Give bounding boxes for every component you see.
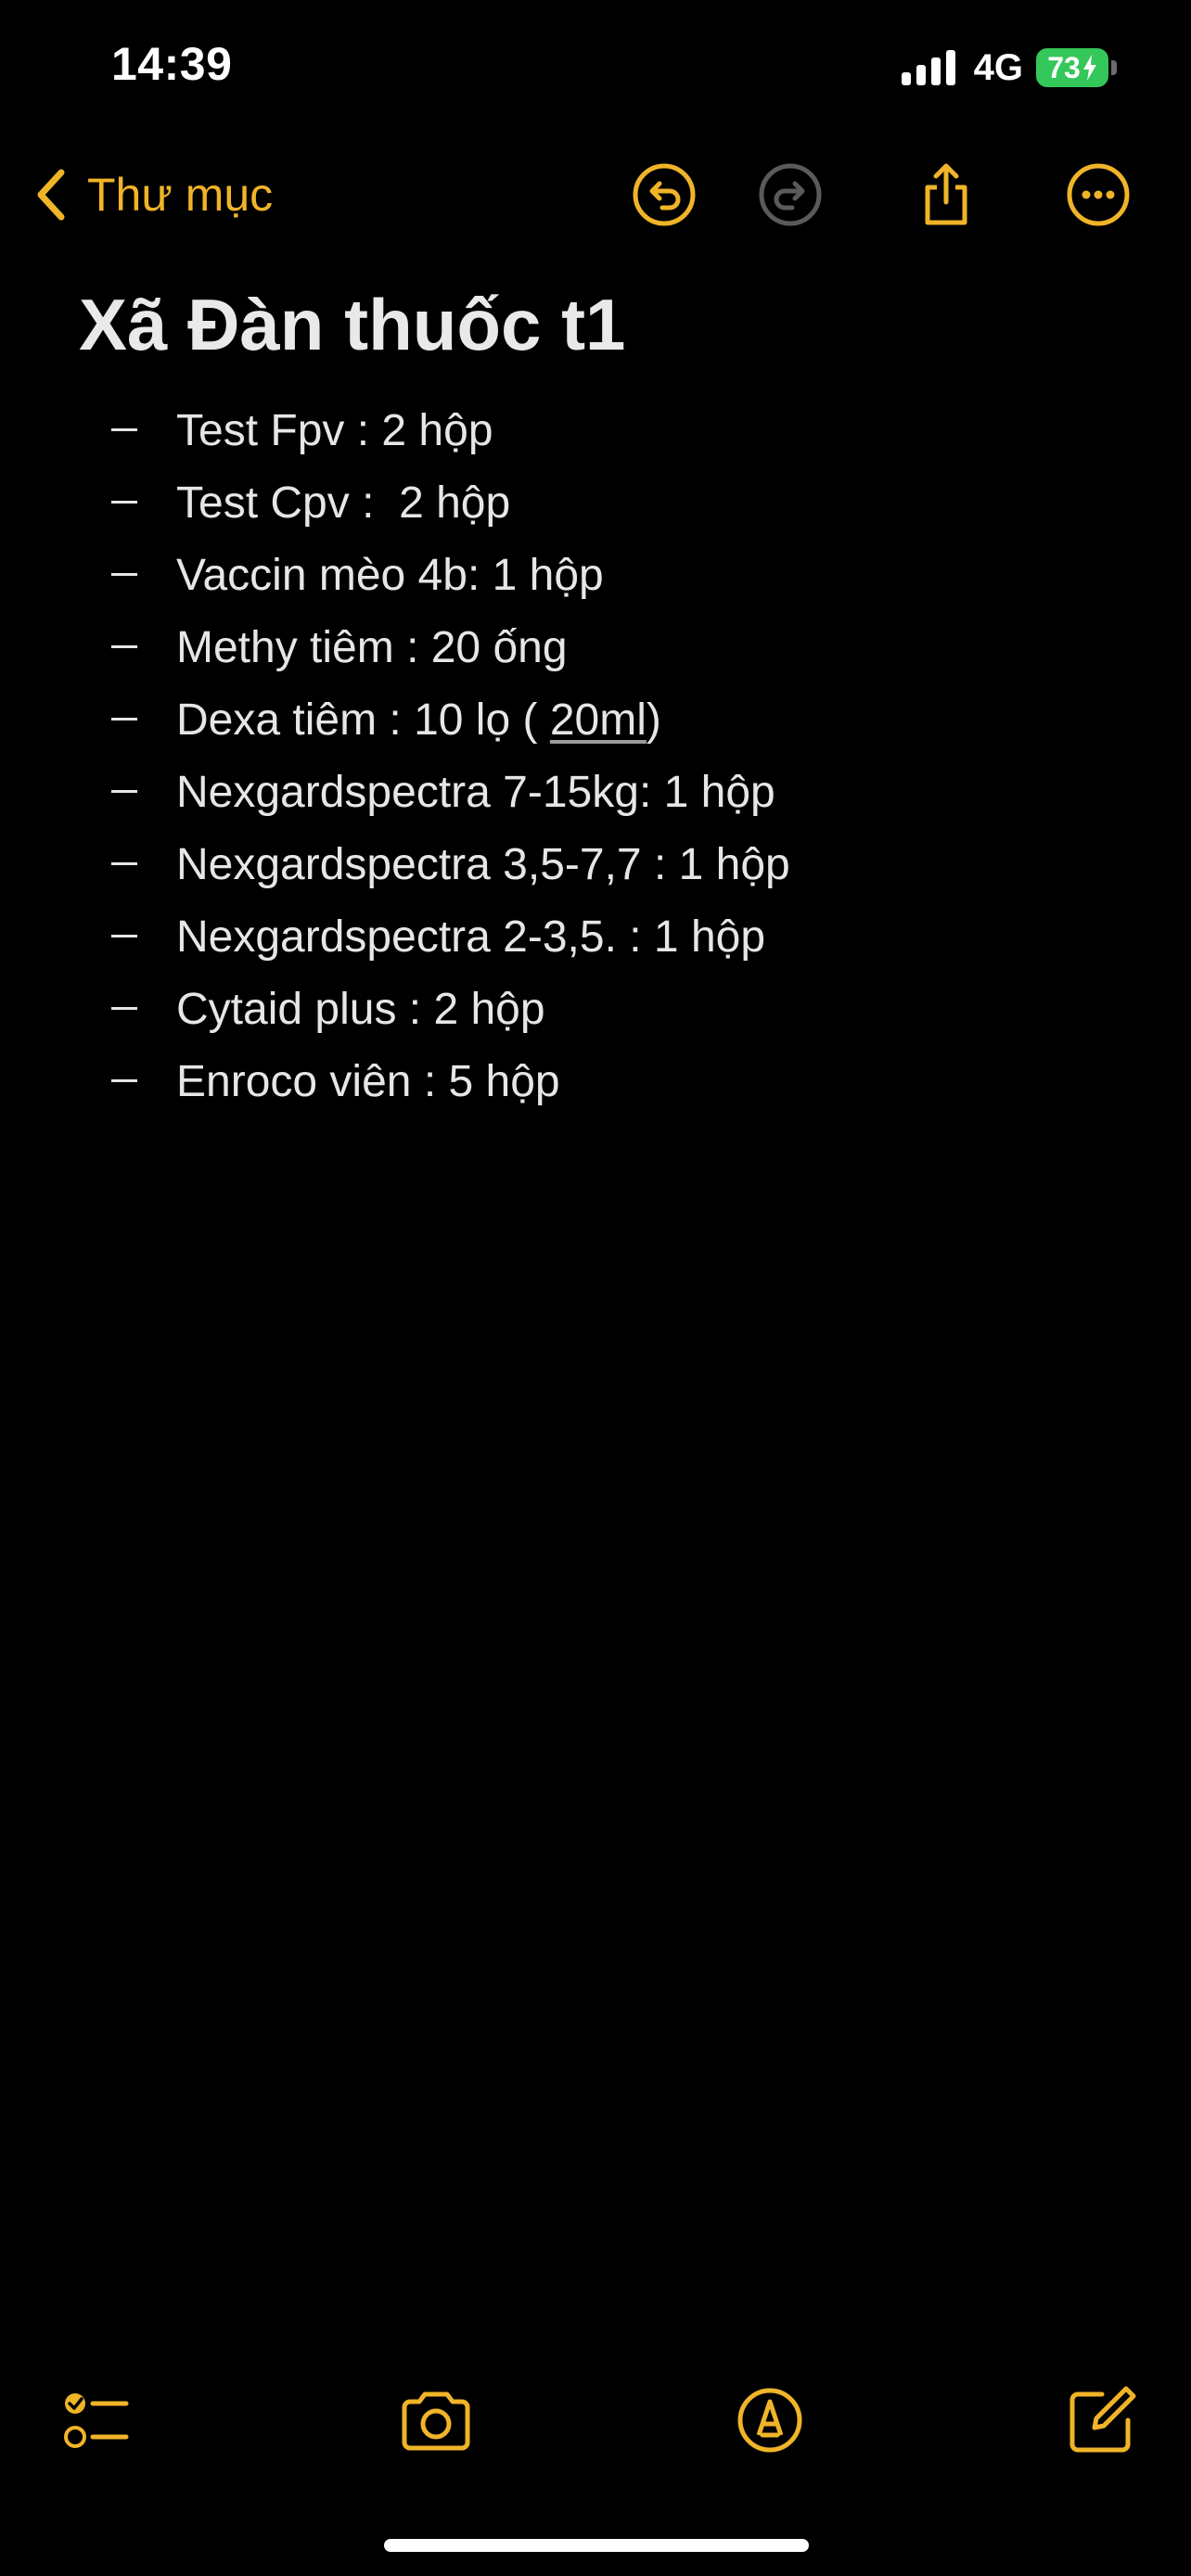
battery-icon: 73 — [1036, 48, 1117, 87]
list-item-text: Test Cpv : 2 hộp — [176, 478, 511, 528]
list-item-text: Nexgardspectra 2-3,5. : 1 hộp — [176, 912, 766, 962]
bottom-toolbar — [0, 2383, 1191, 2457]
checklist-icon[interactable] — [58, 2383, 132, 2457]
list-item-text-after: ) — [646, 695, 661, 745]
list-item[interactable]: Test Cpv : 2 hộp — [0, 466, 1191, 539]
list-item-text: Vaccin mèo 4b: 1 hộp — [176, 550, 604, 600]
list-item-text: Nexgardspectra 3,5-7,7 : 1 hộp — [176, 839, 790, 889]
dash-bullet — [111, 718, 137, 721]
list-item[interactable]: Nexgardspectra 3,5-7,7 : 1 hộp — [0, 828, 1191, 900]
dash-bullet — [111, 645, 137, 648]
chevron-left-icon — [37, 169, 65, 221]
list-item[interactable]: Cytaid plus : 2 hộp — [0, 973, 1191, 1045]
note-bullet-list[interactable]: Test Fpv : 2 hộp Test Cpv : 2 hộp Vaccin… — [0, 394, 1191, 1117]
charging-bolt-icon — [1082, 55, 1096, 81]
cellular-signal-icon — [901, 50, 955, 85]
list-item-text: Enroco viên : 5 hộp — [176, 1056, 560, 1106]
more-icon[interactable] — [1065, 161, 1132, 228]
dash-bullet — [111, 790, 137, 793]
notes-screen: 14:39 4G 73 Thư mục Xã Đàn thuốc t1 Test… — [0, 0, 1191, 2576]
dash-bullet — [111, 862, 137, 865]
list-item-text: Nexgardspectra 7-15kg: 1 hộp — [176, 767, 775, 817]
list-item[interactable]: Vaccin mèo 4b: 1 hộp — [0, 539, 1191, 611]
battery-level: 73 — [1047, 50, 1081, 84]
dash-bullet — [111, 1007, 137, 1010]
back-button[interactable]: Thư mục — [33, 158, 273, 232]
detected-data-link[interactable]: 20ml — [550, 695, 647, 745]
back-label: Thư mục — [87, 169, 274, 221]
note-title[interactable]: Xã Đàn thuốc t1 — [79, 283, 625, 367]
list-item-text: Cytaid plus : 2 hộp — [176, 984, 545, 1034]
list-item-text: Test Fpv : 2 hộp — [176, 405, 493, 455]
list-item[interactable]: Methy tiêm : 20 ống — [0, 611, 1191, 683]
list-item[interactable]: Nexgardspectra 7-15kg: 1 hộp — [0, 756, 1191, 828]
network-type: 4G — [973, 46, 1023, 88]
list-item-text: Methy tiêm : 20 ống — [176, 622, 568, 672]
list-item[interactable]: Enroco viên : 5 hộp — [0, 1045, 1191, 1117]
home-indicator[interactable] — [384, 2539, 809, 2552]
dash-bullet — [111, 1079, 137, 1082]
dash-bullet — [111, 935, 137, 937]
dash-bullet — [111, 428, 137, 431]
dash-bullet — [111, 501, 137, 504]
markup-icon[interactable] — [733, 2383, 807, 2457]
list-item-text: Dexa tiêm : 10 lọ ( 20ml) — [176, 695, 661, 746]
share-icon[interactable] — [913, 161, 980, 228]
camera-icon[interactable] — [399, 2383, 473, 2457]
navigation-bar: Thư mục — [0, 148, 1191, 241]
list-item-text-before: Dexa tiêm : 10 lọ ( — [176, 695, 550, 745]
compose-icon[interactable] — [1065, 2383, 1139, 2457]
list-item[interactable]: Nexgardspectra 2-3,5. : 1 hộp — [0, 900, 1191, 973]
redo-icon[interactable] — [757, 161, 824, 228]
status-indicators: 4G 73 — [901, 45, 1117, 91]
undo-icon[interactable] — [631, 161, 698, 228]
status-time: 14:39 — [111, 38, 233, 90]
list-item[interactable]: Dexa tiêm : 10 lọ ( 20ml) — [0, 683, 1191, 756]
list-item[interactable]: Test Fpv : 2 hộp — [0, 394, 1191, 466]
dash-bullet — [111, 573, 137, 576]
